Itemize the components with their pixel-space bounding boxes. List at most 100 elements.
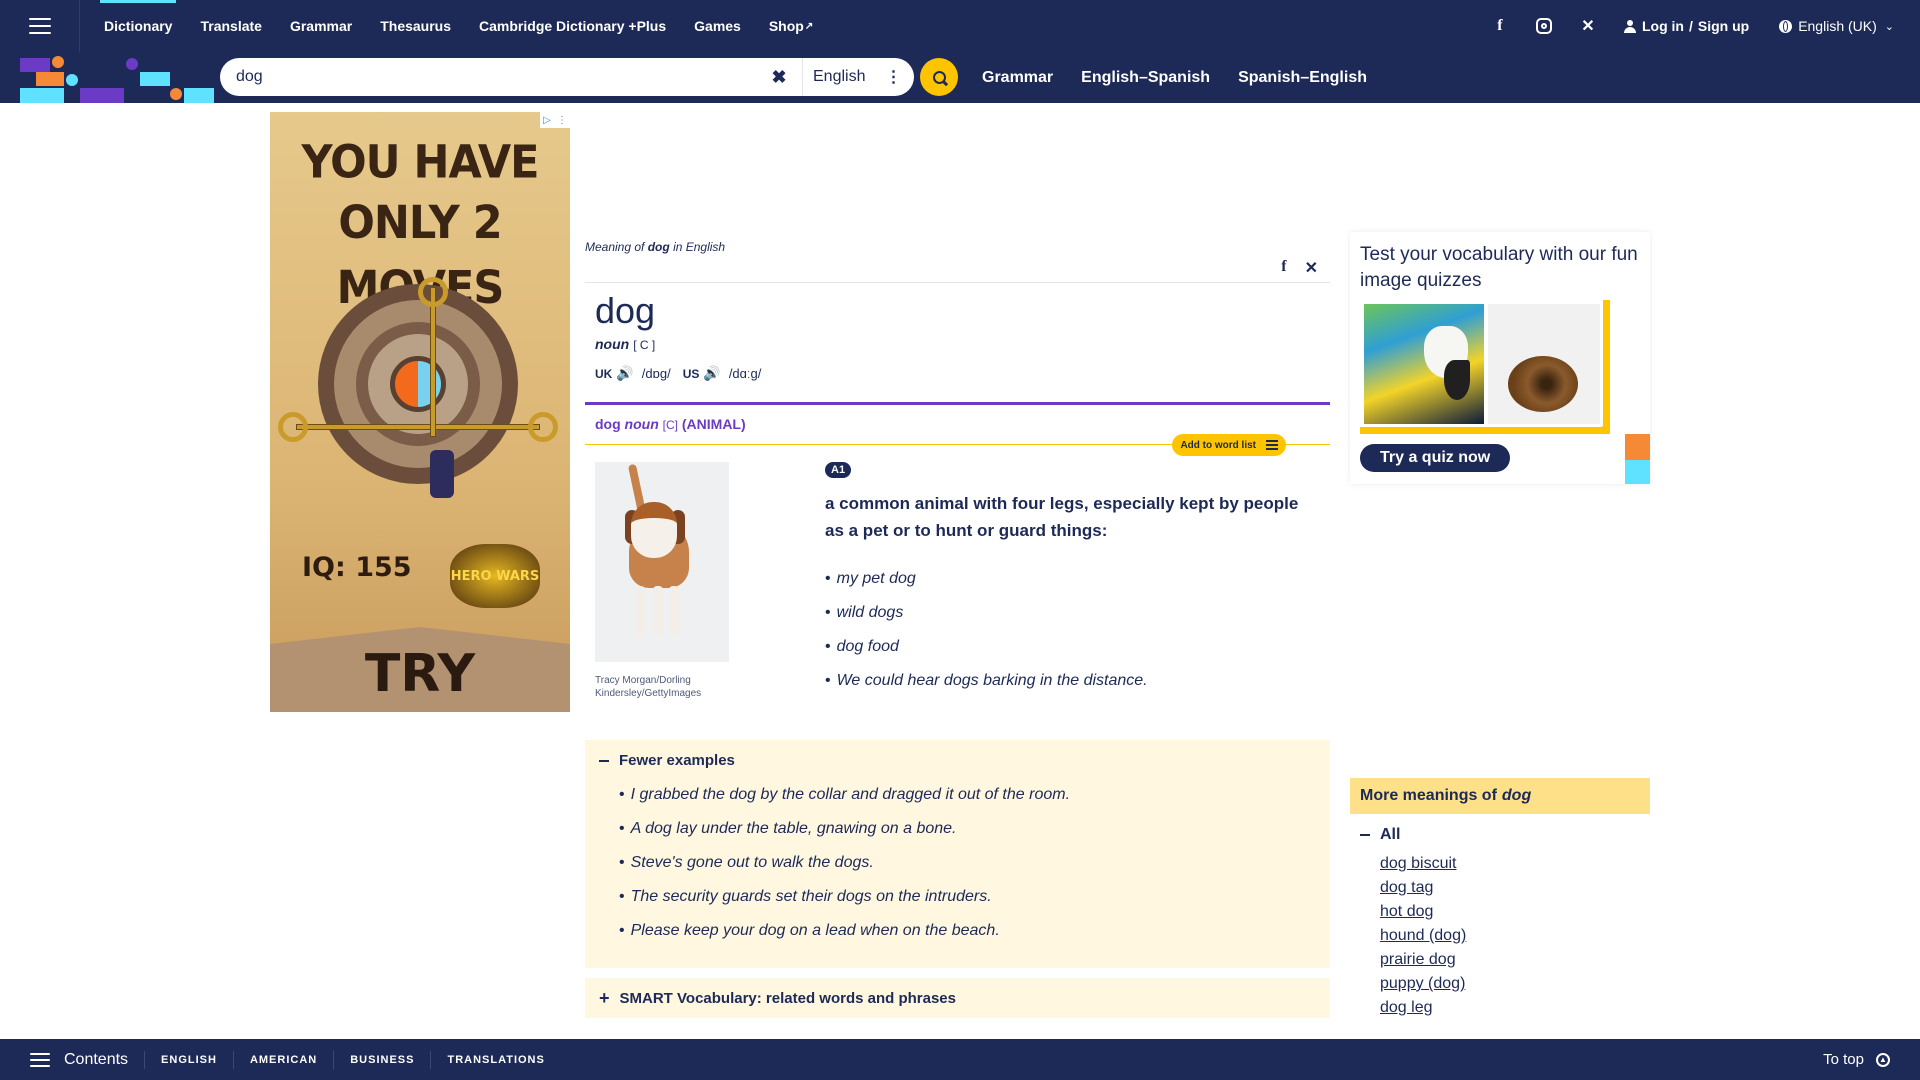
ad-brand-logo: HERO WARS — [450, 544, 540, 608]
share-buttons: f ✕ — [1281, 258, 1318, 278]
search-button[interactable] — [920, 58, 958, 96]
nav-grammar[interactable]: Grammar — [276, 0, 366, 52]
nav-dictionary[interactable]: Dictionary — [90, 0, 186, 52]
chevron-down-icon: ⌄ — [1884, 20, 1894, 33]
nav-shop-label: Shop — [768, 18, 804, 34]
nav-plus[interactable]: Cambridge Dictionary +Plus — [465, 0, 680, 52]
nav-thesaurus[interactable]: Thesaurus — [366, 0, 465, 52]
dictionary-selector[interactable]: English — [813, 68, 865, 86]
to-top-button[interactable]: To top ▲ — [1823, 1051, 1920, 1068]
search-input[interactable] — [236, 58, 766, 96]
ad-maze-graphic — [318, 284, 518, 484]
facebook-share-icon[interactable]: f — [1281, 258, 1286, 278]
plus-icon: + — [599, 987, 610, 1008]
try-quiz-button[interactable]: Try a quiz now — [1360, 444, 1511, 472]
headword: dog — [595, 290, 656, 331]
menu-icon — [30, 1052, 50, 1067]
us-audio-icon[interactable]: 🔊 — [703, 365, 720, 382]
meaning-link[interactable]: hound (dog) — [1380, 924, 1650, 948]
example-item: I grabbed the dog by the collar and drag… — [619, 778, 1070, 812]
ad-pin-vertical — [430, 287, 436, 437]
meaning-link[interactable]: prairie dog — [1380, 948, 1650, 972]
globe-icon — [1779, 19, 1793, 33]
sense-divider — [585, 402, 1330, 405]
ad-choices-icon[interactable]: ▷ ⋮ — [540, 112, 570, 128]
language-selector[interactable]: English (UK) ⌄ — [1765, 18, 1894, 34]
facebook-icon[interactable]: f — [1478, 0, 1522, 52]
search-icon — [932, 70, 946, 84]
clear-icon[interactable]: ✖ — [766, 67, 792, 88]
quiz-promo: Test your vocabulary with our fun image … — [1350, 232, 1650, 484]
level-badge: A1 — [825, 462, 852, 478]
signup-link[interactable]: Sign up — [1698, 18, 1749, 34]
example-item: We could hear dogs barking in the distan… — [825, 664, 1148, 698]
menu-button[interactable] — [0, 0, 80, 52]
top-navigation: Dictionary Translate Grammar Thesaurus C… — [0, 0, 1920, 52]
meaning-of-label: Meaning of dog in English — [585, 240, 726, 254]
link-english-spanish[interactable]: English–Spanish — [1067, 69, 1224, 87]
search-divider — [802, 58, 803, 96]
definition: a common animal with four legs, especial… — [825, 494, 1299, 540]
minus-icon — [1360, 834, 1370, 836]
advertisement[interactable]: ▷⋮ YOU HAVE ONLY 2 MOVES IQ: 155 HERO WA… — [270, 112, 570, 712]
more-options-icon[interactable]: ⋮ — [885, 67, 901, 87]
smart-vocabulary-toggle[interactable]: + SMART Vocabulary: related words and ph… — [585, 978, 1330, 1018]
ad-iq-text: IQ: 155 — [302, 552, 412, 583]
menu-icon — [28, 18, 51, 34]
contents-button[interactable]: Contents — [0, 1051, 144, 1069]
meaning-link[interactable]: hot dog — [1380, 900, 1650, 924]
language-label: English (UK) — [1798, 18, 1877, 34]
nav-shop[interactable]: Shop ↗ — [755, 0, 827, 52]
tab-business[interactable]: BUSINESS — [333, 1050, 430, 1069]
nav-translate[interactable]: Translate — [186, 0, 275, 52]
us-label: US — [682, 366, 700, 381]
example-item: A dog lay under the table, gnawing on a … — [619, 812, 1070, 846]
example-item: The security guards set their dogs on th… — [619, 880, 1070, 914]
login-separator: / — [1688, 18, 1693, 34]
all-toggle[interactable]: All — [1360, 826, 1650, 844]
example-item: Please keep your dog on a lead when on t… — [619, 914, 1070, 948]
part-of-speech: noun[ C ] — [595, 336, 656, 352]
search-bar: ✖ English ⋮ Grammar English–Spanish Span… — [0, 52, 1920, 103]
instagram-icon[interactable] — [1522, 0, 1566, 52]
nav-games[interactable]: Games — [680, 0, 755, 52]
meaning-link[interactable]: dog leg — [1380, 996, 1650, 1020]
ad-ring-top — [418, 277, 448, 307]
decor-block — [1625, 460, 1650, 484]
ad-headline-1: YOU HAVE — [301, 136, 539, 190]
divider — [585, 282, 1330, 283]
arrow-up-icon: ▲ — [1876, 1052, 1890, 1067]
example-list: my pet dog wild dogs dog food We could h… — [825, 562, 1148, 698]
meaning-link[interactable]: dog biscuit — [1380, 852, 1650, 876]
ad-ring-right — [528, 412, 558, 442]
link-spanish-english[interactable]: Spanish–English — [1224, 69, 1381, 87]
parrot-image — [1364, 304, 1484, 424]
search-box: ✖ English ⋮ — [220, 58, 914, 96]
quiz-image-frame[interactable] — [1360, 300, 1610, 434]
meaning-link[interactable]: puppy (dog) — [1380, 972, 1650, 996]
tab-american[interactable]: AMERICAN — [232, 1050, 333, 1069]
ad-cta-text: TRY — [364, 644, 476, 704]
list-icon — [1266, 440, 1278, 450]
add-to-word-list-button[interactable]: Add to word list — [1172, 434, 1286, 456]
x-share-icon[interactable]: ✕ — [1305, 258, 1318, 278]
link-grammar[interactable]: Grammar — [968, 69, 1067, 87]
minus-icon — [599, 759, 609, 762]
meaning-link[interactable]: dog tag — [1380, 876, 1650, 900]
cambridge-logo[interactable] — [0, 52, 220, 103]
quiz-title: Test your vocabulary with our fun image … — [1360, 244, 1638, 291]
uk-label: UK — [595, 366, 613, 381]
external-link-icon: ↗ — [804, 20, 814, 32]
search-sub-links: Grammar English–Spanish Spanish–English — [968, 52, 1381, 103]
tab-translations[interactable]: TRANSLATIONS — [430, 1050, 560, 1069]
image-credit: Tracy Morgan/Dorling Kindersley/GettyIma… — [595, 675, 702, 699]
snail-image — [1488, 304, 1600, 424]
x-icon[interactable]: ✕ — [1566, 0, 1610, 52]
uk-audio-icon[interactable]: 🔊 — [616, 365, 633, 382]
fewer-examples-toggle[interactable]: Fewer examples — [599, 752, 735, 769]
tab-english[interactable]: ENGLISH — [144, 1050, 233, 1069]
login-link[interactable]: Log in — [1642, 18, 1684, 34]
example-item: my pet dog — [825, 562, 1148, 596]
example-item: dog food — [825, 630, 1148, 664]
pronunciation: UK 🔊 /dɒɡ/ US 🔊 /dɑːɡ/ — [595, 365, 773, 382]
